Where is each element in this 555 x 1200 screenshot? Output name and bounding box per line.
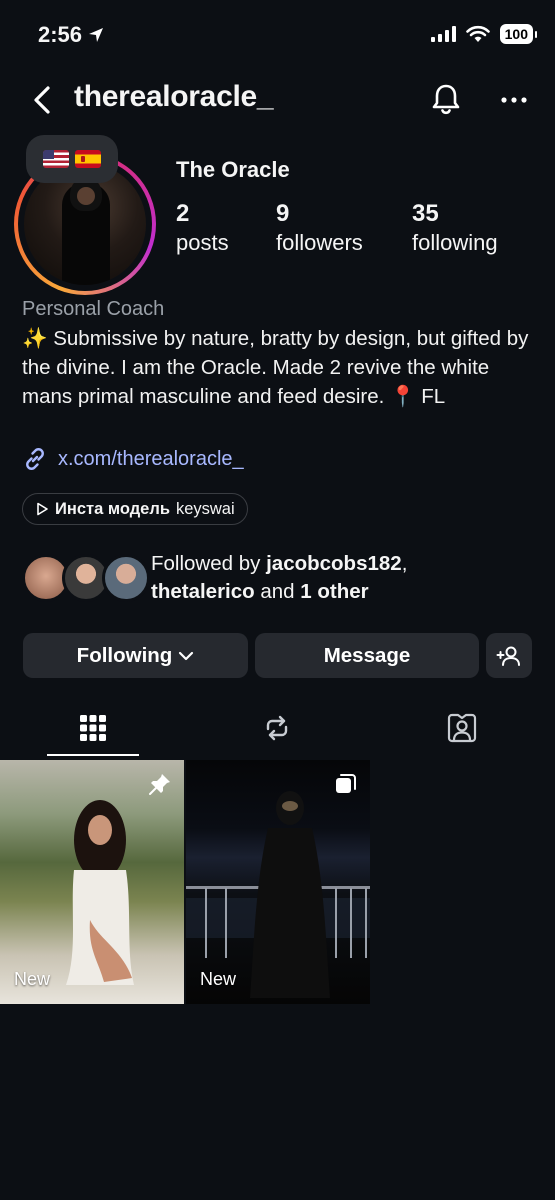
- active-tab-indicator: [47, 754, 139, 756]
- chevron-down-icon: [179, 651, 194, 660]
- profile-username: therealoracle_: [74, 80, 274, 113]
- clock-text: 2:56: [38, 22, 83, 47]
- mutual-avatar: [102, 554, 150, 602]
- link-icon: [26, 448, 44, 470]
- tab-grid[interactable]: [47, 700, 139, 756]
- repost-icon: [266, 715, 288, 741]
- stat-following-label: following: [412, 230, 498, 255]
- avatar-face: [77, 187, 95, 205]
- mutual-followers-text: Followed by jacobcobs182, thetalerico an…: [151, 550, 551, 606]
- threads-pill[interactable]: Инста модель keyswai: [22, 493, 248, 525]
- tagged-person-icon: [447, 713, 477, 743]
- display-name: The Oracle: [176, 157, 290, 182]
- post-thumbnail[interactable]: New: [0, 760, 184, 1004]
- pill-handle: keyswai: [175, 499, 235, 518]
- mutual-followers[interactable]: Followed by jacobcobs182, thetalerico an…: [22, 548, 542, 608]
- stat-followers-label: followers: [276, 230, 363, 255]
- stat-following[interactable]: 35 following: [412, 200, 498, 258]
- status-indicators: 100: [430, 24, 538, 44]
- play-icon: [37, 502, 48, 516]
- location-arrow-icon: [89, 28, 104, 42]
- stat-posts[interactable]: 2 posts: [176, 200, 229, 258]
- mutual-others: 1 other: [300, 580, 369, 603]
- message-button-label: Message: [323, 643, 411, 667]
- profile-link[interactable]: x.com/therealoracle_: [22, 446, 244, 472]
- tab-reposts[interactable]: [231, 700, 323, 756]
- post-subject: [66, 800, 134, 985]
- stat-followers-count: 9: [276, 200, 290, 227]
- us-flag-icon: [43, 150, 69, 168]
- followed-by-prefix: Followed by: [151, 552, 267, 575]
- add-person-icon: [496, 646, 520, 666]
- mutual-user-2: thetalerico: [151, 580, 255, 603]
- pill-title: Инста модель: [55, 499, 170, 518]
- tab-tagged[interactable]: [416, 700, 508, 756]
- post-new-label: New: [200, 969, 237, 989]
- message-button[interactable]: Message: [255, 633, 479, 678]
- following-button[interactable]: Following: [23, 633, 248, 678]
- status-time: 2:56: [38, 22, 104, 48]
- following-button-label: Following: [76, 643, 173, 667]
- stat-following-count: 35: [412, 200, 439, 227]
- stat-posts-count: 2: [176, 200, 190, 227]
- status-bar: 2:56 100: [0, 0, 555, 70]
- profile-header: therealoracle_: [0, 78, 555, 122]
- mutual-user-1: jacobcobs182: [266, 552, 402, 575]
- more-options-icon[interactable]: [500, 90, 528, 110]
- cellular-signal-icon: [430, 26, 456, 42]
- post-new-label: New: [14, 969, 51, 989]
- notification-bell-icon[interactable]: [430, 82, 462, 116]
- profile-link-text: x.com/therealoracle_: [58, 447, 244, 470]
- suggested-users-button[interactable]: [486, 633, 532, 678]
- multiple-posts-icon: [336, 774, 356, 793]
- post-thumbnail[interactable]: New: [186, 760, 370, 1004]
- stat-followers[interactable]: 9 followers: [276, 200, 363, 258]
- profile-tabs: [0, 700, 555, 758]
- back-arrow-icon[interactable]: [28, 82, 58, 118]
- posts-grid: New New: [0, 760, 555, 1005]
- battery-indicator: 100: [499, 24, 538, 44]
- post-subject: [250, 791, 330, 998]
- mutual-joiner: and: [254, 580, 301, 603]
- spain-flag-icon: [75, 150, 101, 168]
- mutual-separator: ,: [401, 552, 408, 575]
- wifi-icon: [465, 25, 490, 42]
- profile-category: Personal Coach: [22, 298, 165, 320]
- grid-icon: [80, 715, 106, 741]
- profile-bio: ✨ Submissive by nature, bratty by design…: [22, 327, 529, 408]
- note-bubble[interactable]: [26, 135, 118, 183]
- stat-posts-label: posts: [176, 230, 229, 255]
- pinned-icon: [149, 774, 170, 795]
